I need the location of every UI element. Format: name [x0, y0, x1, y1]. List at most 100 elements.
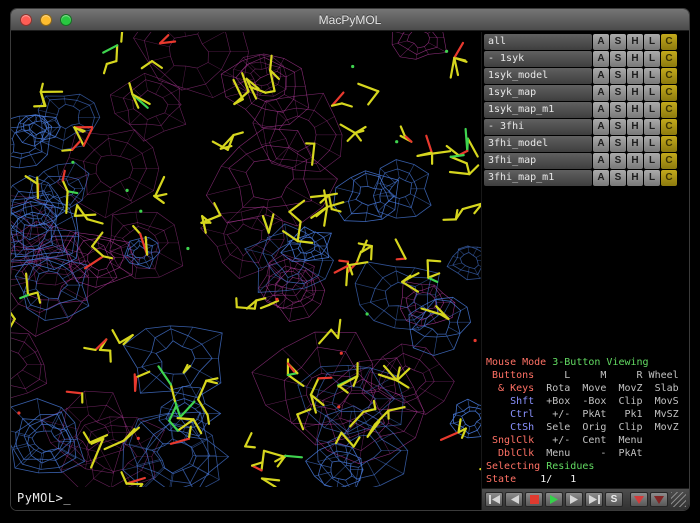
mouse-line-segment: DblClk [486, 448, 534, 459]
object-name[interactable]: 3fhi_model [484, 136, 592, 152]
mouse-line-segment: +Box -Box Clip MovS [534, 396, 679, 407]
skip-start-button[interactable] [485, 492, 503, 507]
stop-button[interactable] [525, 492, 543, 507]
obj-action-c-button[interactable]: C [661, 170, 677, 186]
mouse-line-segment: State [486, 474, 516, 485]
obj-action-l-button[interactable]: L [644, 51, 660, 67]
object-name[interactable]: 1syk_map [484, 85, 592, 101]
obj-action-a-button[interactable]: A [593, 51, 609, 67]
object-name[interactable]: 1syk_map_m1 [484, 102, 592, 118]
obj-action-c-button[interactable]: C [661, 153, 677, 169]
object-name[interactable]: all [484, 34, 592, 50]
obj-action-l-button[interactable]: L [644, 34, 660, 50]
mouse-line-snglclk: SnglClk +/- Cent Menu [486, 434, 688, 447]
skip-end-button[interactable] [585, 492, 603, 507]
mouse-line-selecting[interactable]: Selecting Residues [486, 460, 688, 473]
mouse-line-mouse-mode[interactable]: Mouse Mode 3-Button Viewing [486, 356, 688, 369]
obj-action-s-button[interactable]: S [610, 153, 626, 169]
obj-action-c-button[interactable]: C [661, 136, 677, 152]
mouse-line-state[interactable]: State 1/ 1 [486, 473, 688, 486]
obj-action-s-button[interactable]: S [610, 68, 626, 84]
obj-action-c-button[interactable]: C [661, 85, 677, 101]
titlebar[interactable]: MacPyMOL [11, 9, 689, 31]
minimize-button[interactable] [40, 14, 52, 26]
step-back-button[interactable] [505, 492, 523, 507]
object-name[interactable]: - 1syk [484, 51, 592, 67]
object-row-1syk-map-m1: 1syk_map_m1ASHLC [484, 102, 677, 118]
obj-action-h-button[interactable]: H [627, 51, 643, 67]
obj-action-h-button[interactable]: H [627, 170, 643, 186]
object-row-1syk-model: 1syk_modelASHLC [484, 68, 677, 84]
obj-action-a-button[interactable]: A [593, 102, 609, 118]
obj-action-l-button[interactable]: L [644, 119, 660, 135]
step-forward-button[interactable] [565, 492, 583, 507]
mouse-line-segment: L M R Wheel [534, 370, 679, 381]
skip-start-icon [489, 495, 500, 504]
mouse-line-segment: Rota Move MovZ Slab [534, 383, 679, 394]
obj-action-h-button[interactable]: H [627, 136, 643, 152]
mouse-line-segment: Selecting [486, 461, 546, 472]
obj-action-h-button[interactable]: H [627, 102, 643, 118]
mouse-line-segment: Ctrl [486, 409, 534, 420]
object-row-all: allASHLC [484, 34, 677, 50]
resize-grip[interactable] [671, 492, 686, 507]
mouse-line-dblclk: DblClk Menu - PkAt [486, 447, 688, 460]
sequence-button[interactable]: S [605, 492, 623, 507]
obj-action-s-button[interactable]: S [610, 51, 626, 67]
obj-action-c-button[interactable]: C [661, 102, 677, 118]
obj-action-a-button[interactable]: A [593, 170, 609, 186]
sequence-label: S [611, 494, 618, 505]
obj-action-s-button[interactable]: S [610, 170, 626, 186]
obj-action-a-button[interactable]: A [593, 68, 609, 84]
obj-action-c-button[interactable]: C [661, 51, 677, 67]
obj-action-l-button[interactable]: L [644, 102, 660, 118]
obj-action-a-button[interactable]: A [593, 34, 609, 50]
rock-icon [634, 496, 644, 504]
object-row-1syk-map: 1syk_mapASHLC [484, 85, 677, 101]
play-icon [550, 495, 559, 504]
window-content: PyMOL>_ allASHLC- 1sykASHLC1syk_modelASH… [11, 32, 689, 510]
obj-action-l-button[interactable]: L [644, 68, 660, 84]
obj-action-s-button[interactable]: S [610, 34, 626, 50]
obj-action-h-button[interactable]: H [627, 85, 643, 101]
obj-action-l-button[interactable]: L [644, 170, 660, 186]
obj-action-s-button[interactable]: S [610, 119, 626, 135]
object-name[interactable]: 1syk_model [484, 68, 592, 84]
obj-action-l-button[interactable]: L [644, 136, 660, 152]
obj-action-h-button[interactable]: H [627, 68, 643, 84]
rock-button[interactable] [630, 492, 648, 507]
obj-action-s-button[interactable]: S [610, 85, 626, 101]
obj-action-c-button[interactable]: C [661, 68, 677, 84]
fullscreen-button[interactable] [650, 492, 668, 507]
mouse-line-segment: Shft [486, 396, 534, 407]
molecular-viewport[interactable] [11, 32, 481, 488]
object-name[interactable]: 3fhi_map [484, 153, 592, 169]
mouse-line-segment: SnglClk [486, 435, 534, 446]
close-button[interactable] [20, 14, 32, 26]
obj-action-c-button[interactable]: C [661, 34, 677, 50]
object-row-3fhi: - 3fhiASHLC [484, 119, 677, 135]
command-line-input[interactable]: PyMOL>_ [11, 487, 481, 510]
object-row-3fhi-map-m1: 3fhi_map_m1ASHLC [484, 170, 677, 186]
mouse-line-segment: Buttons [486, 370, 534, 381]
obj-action-a-button[interactable]: A [593, 136, 609, 152]
obj-action-a-button[interactable]: A [593, 119, 609, 135]
obj-action-h-button[interactable]: H [627, 34, 643, 50]
obj-action-a-button[interactable]: A [593, 153, 609, 169]
obj-action-l-button[interactable]: L [644, 85, 660, 101]
object-name[interactable]: 3fhi_map_m1 [484, 170, 592, 186]
play-button[interactable] [545, 492, 563, 507]
obj-action-a-button[interactable]: A [593, 85, 609, 101]
obj-action-s-button[interactable]: S [610, 136, 626, 152]
obj-action-c-button[interactable]: C [661, 119, 677, 135]
obj-action-s-button[interactable]: S [610, 102, 626, 118]
skip-end-icon [589, 495, 600, 504]
mouse-mode-panel: Mouse Mode 3-Button Viewing Buttons L M … [486, 356, 688, 486]
object-row-3fhi-model: 3fhi_modelASHLC [484, 136, 677, 152]
obj-action-h-button[interactable]: H [627, 153, 643, 169]
obj-action-l-button[interactable]: L [644, 153, 660, 169]
fullscreen-icon [654, 496, 664, 504]
object-name[interactable]: - 3fhi [484, 119, 592, 135]
zoom-button[interactable] [60, 14, 72, 26]
obj-action-h-button[interactable]: H [627, 119, 643, 135]
